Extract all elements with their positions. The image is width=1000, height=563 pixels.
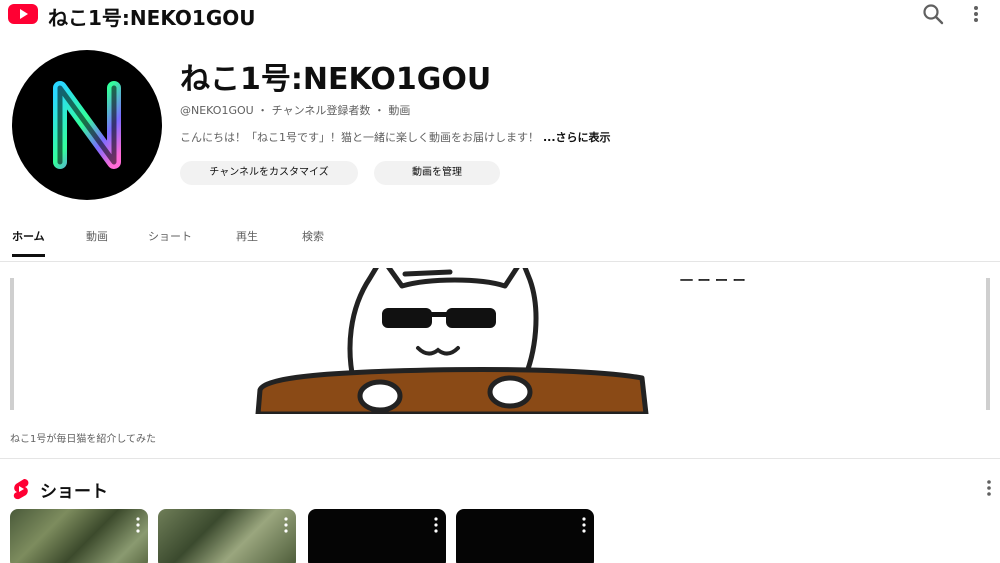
short-thumbnail[interactable] [158,509,296,563]
channel-name: ねこ1号:NEKO1GOU [180,62,492,97]
manage-videos-button[interactable]: 動画を管理 [374,161,500,185]
channel-tabs: ホーム 動画 ショート 再生 検索 [0,222,1000,262]
cat-with-sunglasses-illustration [255,268,649,414]
search-icon[interactable] [922,3,944,25]
channel-meta: @NEKO1GOU ・ チャンネル登録者数 ・ 動画 [180,104,411,117]
more-vertical-icon[interactable] [284,517,288,533]
top-bar: ねこ1号:NEKO1GOU [0,0,1000,30]
featured-video-caption: ねこ1号が毎日猫を紹介してみた [10,434,157,445]
shorts-icon [13,479,29,500]
short-thumbnail[interactable] [456,509,594,563]
tab-search[interactable]: 検索 [302,228,324,254]
description-more-link[interactable]: ...さらに表示 [543,131,611,144]
more-vertical-icon[interactable] [968,3,984,25]
tab-home[interactable]: ホーム [12,228,45,257]
more-vertical-icon[interactable] [982,478,996,498]
channel-description[interactable]: こんにちは！「ねこ1号です」！猫と一緒に楽しく動画をお届けします！ ...さらに表… [180,129,820,145]
tab-playlists[interactable]: 再生 [236,228,258,254]
top-bar-title: ねこ1号:NEKO1GOU [48,6,256,30]
section-divider [0,458,1000,459]
more-vertical-icon[interactable] [582,517,586,533]
more-vertical-icon[interactable] [434,517,438,533]
channel-avatar[interactable] [12,50,162,200]
channel-description-text: こんにちは！「ねこ1号です」！猫と一緒に楽しく動画をお届けします！ [180,131,539,144]
shorts-section-title: ショート [40,482,108,502]
tab-shorts[interactable]: ショート [148,228,192,254]
short-thumbnail[interactable] [10,509,148,563]
banner-overlay-text: 一 ー ー ー [680,274,746,289]
more-vertical-icon[interactable] [136,517,140,533]
youtube-logo-icon[interactable] [8,4,38,24]
neon-n-logo-icon [53,81,121,169]
customize-channel-button[interactable]: チャンネルをカスタマイズ [180,161,358,185]
tab-videos[interactable]: 動画 [86,228,108,254]
short-thumbnail[interactable] [308,509,446,563]
featured-video[interactable]: 一 ー ー ー [10,268,990,414]
